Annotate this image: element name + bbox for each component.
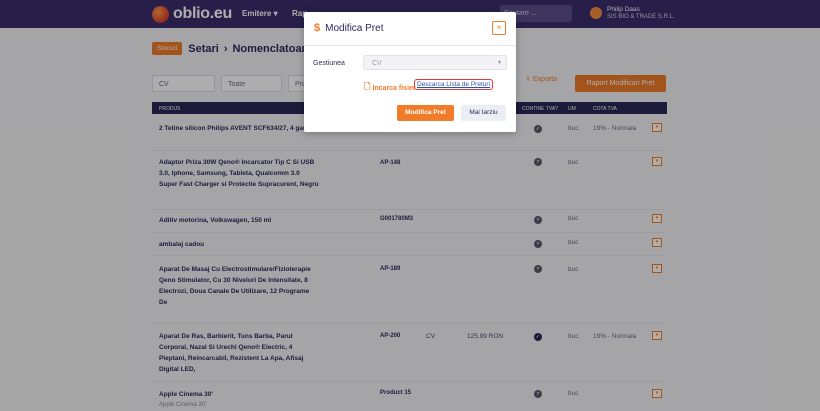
modal-divider bbox=[304, 45, 516, 46]
chevron-down-icon: ▾ bbox=[497, 60, 501, 66]
modify-price-button[interactable]: Modifica Pret bbox=[397, 105, 454, 121]
file-icon: 🗋 bbox=[364, 82, 371, 91]
download-price-list-link[interactable]: Descarca Lista de Preturi bbox=[414, 79, 493, 90]
upload-file-label: Incarca fisier bbox=[372, 84, 416, 92]
dollar-icon: $ bbox=[314, 22, 321, 34]
gestiune-select[interactable]: CV ▾ bbox=[363, 55, 507, 70]
modal-title-text: Modifica Pret bbox=[325, 22, 384, 34]
upload-file-link[interactable]: 🗋 Incarca fisier bbox=[364, 81, 416, 95]
modal-title: $ Modifica Pret bbox=[314, 22, 383, 34]
close-button[interactable]: × bbox=[492, 21, 506, 35]
gestiune-label: Gestiunea bbox=[313, 60, 345, 67]
modify-price-modal: $ Modifica Pret × Gestiunea CV ▾ 🗋 Incar… bbox=[304, 12, 516, 132]
later-button[interactable]: Mai tarziu bbox=[461, 105, 506, 121]
gestiune-select-value: CV bbox=[372, 60, 382, 67]
